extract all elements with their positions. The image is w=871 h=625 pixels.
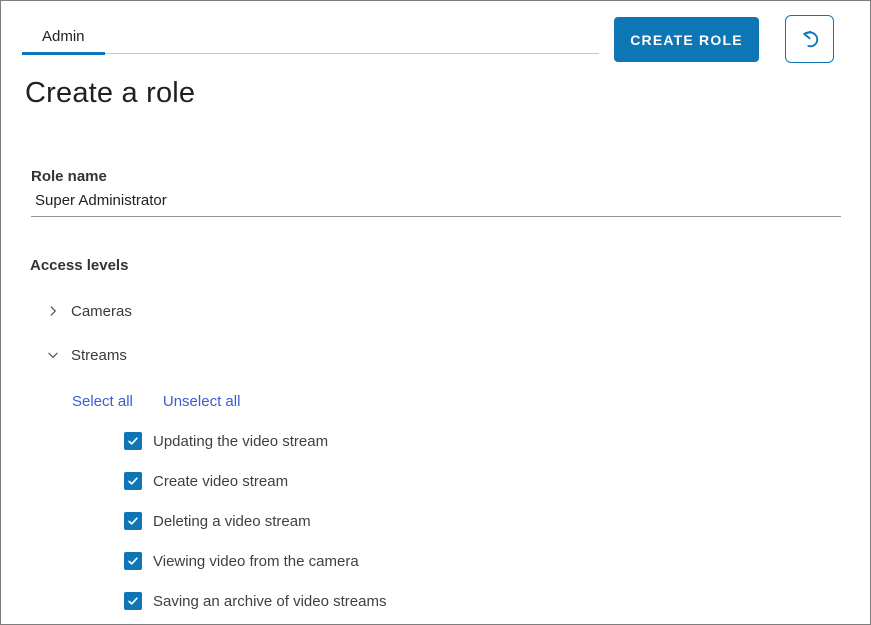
- permission-label: Deleting a video stream: [153, 513, 311, 530]
- role-name-field: Role name: [31, 168, 841, 217]
- tab-admin-label: Admin: [42, 28, 85, 45]
- permission-label: Updating the video stream: [153, 433, 328, 450]
- group-cameras[interactable]: Cameras: [46, 303, 870, 319]
- tab-admin[interactable]: Admin: [22, 21, 105, 55]
- page-header: Admin CREATE ROLE: [1, 1, 870, 63]
- select-all-link[interactable]: Select all: [72, 393, 133, 410]
- bulk-select-links: Select all Unselect all: [72, 393, 870, 410]
- checkbox-checked-icon[interactable]: [124, 472, 142, 490]
- role-name-label: Role name: [31, 168, 841, 186]
- group-streams-label: Streams: [71, 347, 127, 364]
- tab-strip: Admin: [22, 21, 599, 54]
- access-levels-section: Access levels Cameras Streams Select all…: [1, 257, 870, 610]
- permission-row[interactable]: Saving an archive of video streams: [124, 592, 870, 610]
- group-streams[interactable]: Streams: [46, 347, 870, 363]
- checkbox-checked-icon[interactable]: [124, 592, 142, 610]
- checkbox-checked-icon[interactable]: [124, 552, 142, 570]
- role-name-input[interactable]: [31, 192, 841, 217]
- checkbox-checked-icon[interactable]: [124, 512, 142, 530]
- permission-row[interactable]: Deleting a video stream: [124, 512, 870, 530]
- unselect-all-link[interactable]: Unselect all: [163, 393, 241, 410]
- admin-page: Admin CREATE ROLE Create a role Role nam…: [0, 0, 871, 625]
- checkbox-checked-icon[interactable]: [124, 432, 142, 450]
- group-cameras-label: Cameras: [71, 303, 132, 320]
- permission-row[interactable]: Viewing video from the camera: [124, 552, 870, 570]
- permission-label: Viewing video from the camera: [153, 553, 359, 570]
- permission-label: Saving an archive of video streams: [153, 593, 386, 610]
- back-button[interactable]: [785, 15, 834, 63]
- page-title: Create a role: [25, 77, 195, 110]
- chevron-right-icon: [46, 304, 60, 318]
- permission-row[interactable]: Create video stream: [124, 472, 870, 490]
- access-levels-label: Access levels: [30, 257, 870, 275]
- create-role-button[interactable]: CREATE ROLE: [614, 17, 759, 62]
- permission-label: Create video stream: [153, 473, 288, 490]
- chevron-down-icon: [46, 348, 60, 362]
- permission-row[interactable]: Updating the video stream: [124, 432, 870, 450]
- undo-arrow-icon: [797, 26, 823, 52]
